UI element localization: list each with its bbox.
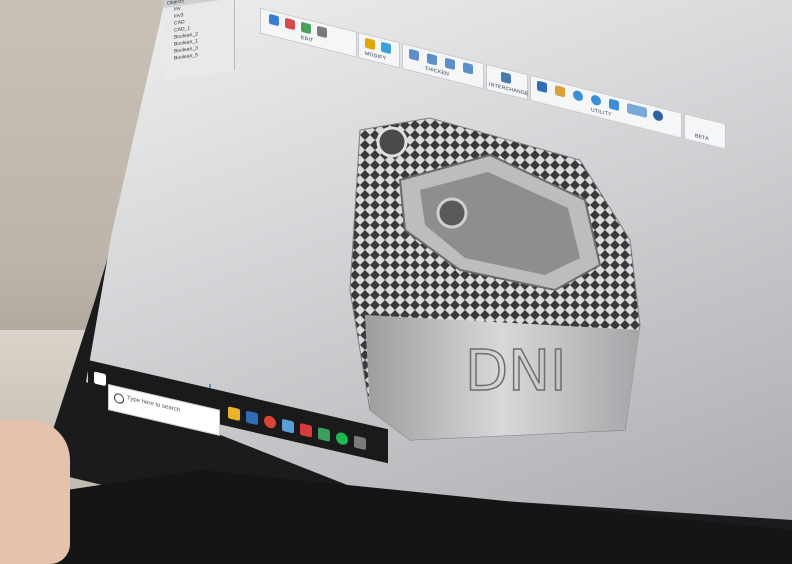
edit-tool-icon[interactable] — [317, 25, 327, 39]
thicken-tool-icon[interactable] — [445, 57, 455, 71]
search-icon — [114, 392, 124, 405]
utility-tool-icon[interactable] — [555, 85, 565, 98]
app-icon[interactable] — [282, 418, 294, 434]
ribbon-group-label: BETA — [695, 132, 709, 143]
app-icon[interactable] — [246, 410, 258, 426]
thicken-tool-icon[interactable] — [463, 62, 473, 75]
utility-tool-icon[interactable] — [653, 109, 663, 122]
spotify-icon[interactable] — [336, 431, 348, 447]
search-placeholder: Type here to search — [127, 395, 181, 414]
windows-start-icon[interactable] — [94, 371, 106, 387]
utility-tool-icon[interactable] — [537, 80, 547, 94]
thicken-tool-icon[interactable] — [427, 53, 437, 66]
edit-tool-icon[interactable] — [301, 21, 311, 35]
interchange-tool-icon[interactable] — [501, 71, 511, 85]
dni-engraving: DNI — [465, 339, 567, 404]
file-explorer-icon[interactable] — [228, 406, 240, 422]
chrome-icon[interactable] — [264, 414, 276, 430]
utility-tool-icon[interactable] — [573, 89, 583, 103]
user-hand — [0, 420, 70, 564]
ribbon-group-label: INTERCHANGE — [489, 81, 529, 98]
app-icon[interactable] — [318, 427, 330, 442]
lattice-3d-model[interactable]: DNI — [340, 110, 650, 450]
app-icon[interactable] — [300, 422, 312, 438]
thicken-tool-icon[interactable] — [409, 48, 419, 62]
modify-tool-icon[interactable] — [381, 41, 391, 55]
object-tree-panel: Objects Inv Inv3 CAD CAD_1 Boolean_2 Boo… — [164, 0, 235, 81]
app-icon[interactable] — [354, 435, 366, 451]
edit-tool-icon[interactable] — [269, 13, 279, 27]
edit-tool-icon[interactable] — [285, 17, 295, 31]
modify-tool-icon[interactable] — [365, 37, 375, 51]
ribbon-group-label: EDIT — [301, 34, 314, 44]
utility-tool-icon[interactable] — [591, 94, 601, 107]
